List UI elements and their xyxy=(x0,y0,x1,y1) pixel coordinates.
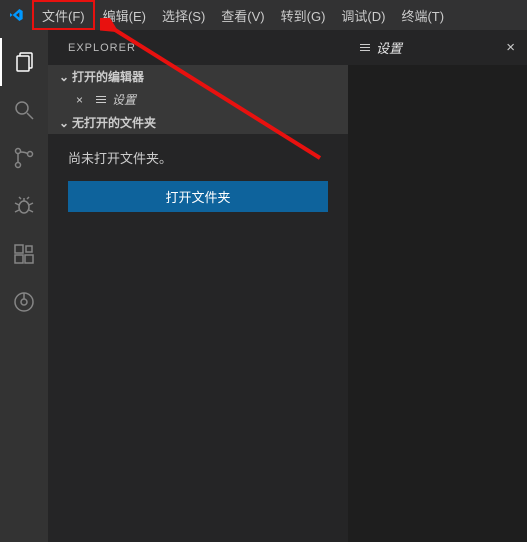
no-folder-section[interactable]: ⌄ 无打开的文件夹 xyxy=(48,111,348,134)
remote-icon[interactable] xyxy=(0,278,48,326)
extensions-icon[interactable] xyxy=(0,230,48,278)
menu-edit[interactable]: 编辑(E) xyxy=(95,0,154,30)
menu-goto[interactable]: 转到(G) xyxy=(273,0,334,30)
menu-file[interactable]: 文件(F) xyxy=(32,0,95,30)
tab-row: 设置 × xyxy=(348,30,527,65)
no-folder-message: 尚未打开文件夹。 xyxy=(68,148,328,167)
tab-settings[interactable]: 设置 xyxy=(360,38,402,57)
titlebar: 文件(F) 编辑(E) 选择(S) 查看(V) 转到(G) 调试(D) 终端(T… xyxy=(0,0,527,30)
sidebar: EXPLORER ⌄ 打开的编辑器 × 设置 ⌄ 无打开的文件夹 尚未打开文件夹… xyxy=(48,30,348,542)
settings-icon xyxy=(96,96,106,104)
activitybar xyxy=(0,30,48,542)
menu-terminal[interactable]: 终端(T) xyxy=(393,0,452,30)
sidebar-body: 尚未打开文件夹。 打开文件夹 xyxy=(48,134,348,542)
open-editors-label: 打开的编辑器 xyxy=(72,68,144,85)
chevron-down-icon: ⌄ xyxy=(56,70,72,84)
menu-view[interactable]: 查看(V) xyxy=(213,0,272,30)
menu-debug[interactable]: 调试(D) xyxy=(333,0,393,30)
open-editor-item-label: 设置 xyxy=(112,91,136,108)
main: EXPLORER ⌄ 打开的编辑器 × 设置 ⌄ 无打开的文件夹 尚未打开文件夹… xyxy=(0,30,527,542)
close-icon[interactable]: × xyxy=(76,93,90,107)
settings-icon xyxy=(360,44,370,52)
editor-area: 设置 × xyxy=(348,30,527,542)
menubar: 文件(F) 编辑(E) 选择(S) 查看(V) 转到(G) 调试(D) 终端(T… xyxy=(32,0,452,30)
app-icon xyxy=(8,7,24,23)
source-control-icon[interactable] xyxy=(0,134,48,182)
explorer-icon[interactable] xyxy=(0,38,48,86)
menu-select[interactable]: 选择(S) xyxy=(154,0,213,30)
debug-icon[interactable] xyxy=(0,182,48,230)
open-folder-button[interactable]: 打开文件夹 xyxy=(68,181,328,212)
sidebar-title: EXPLORER xyxy=(48,30,348,65)
open-editors-section[interactable]: ⌄ 打开的编辑器 xyxy=(48,65,348,88)
close-icon[interactable]: × xyxy=(506,39,515,56)
search-icon[interactable] xyxy=(0,86,48,134)
no-folder-label: 无打开的文件夹 xyxy=(72,114,156,131)
tab-label-text: 设置 xyxy=(376,38,402,57)
chevron-down-icon: ⌄ xyxy=(56,116,72,130)
open-editor-item[interactable]: × 设置 xyxy=(48,88,348,111)
